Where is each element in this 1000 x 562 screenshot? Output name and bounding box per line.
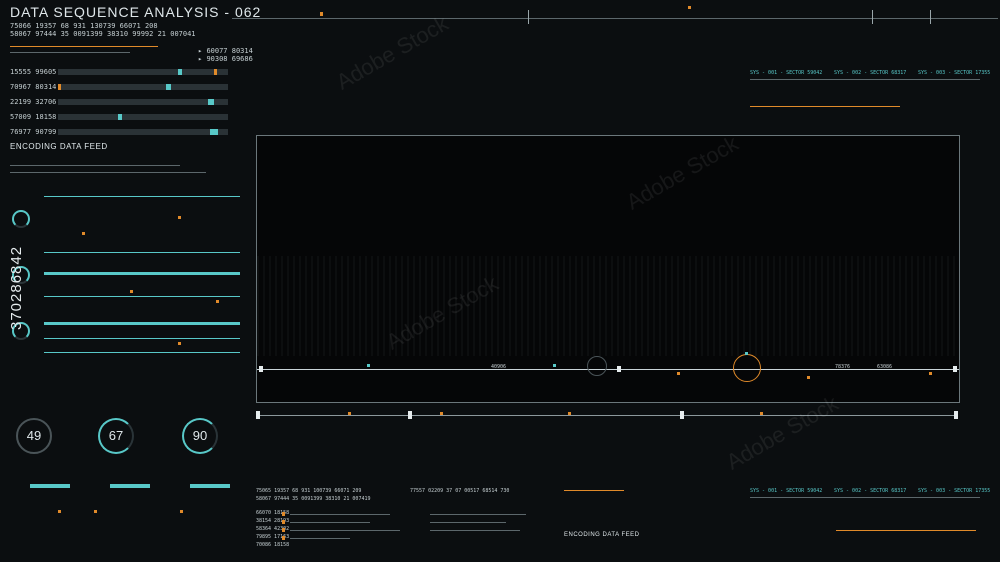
watermark: Adobe Stock: [721, 390, 843, 475]
divider: [750, 79, 980, 80]
list-item: 76977 90799: [10, 128, 57, 136]
header-orange-line: [10, 46, 158, 47]
divider-orange: [564, 490, 624, 491]
divider: [750, 497, 980, 498]
sector-label: SYS - 001 - SECTOR 59042: [750, 488, 823, 494]
watermark: Adobe Stock: [331, 10, 453, 95]
header-right-codes-2: ▸ 90308 69686: [198, 55, 253, 63]
gauge-3: 90: [182, 418, 218, 454]
gauge-bar: [30, 484, 70, 488]
divider-orange: [750, 106, 900, 107]
sector-label: SYS - 003 - SECTOR 17355: [918, 488, 991, 494]
gauge-bar: [110, 484, 150, 488]
header-right-codes-1: ▸ 60077 80314: [198, 47, 253, 55]
readout-center: 40906: [491, 364, 507, 370]
divider: [10, 172, 206, 173]
main-display-frame: 40906 78376 63086: [256, 135, 960, 403]
code-row: 77557 02209 37 07 00517 68514 730: [410, 488, 510, 494]
sector-label: SYS - 002 - SECTOR 68317: [834, 488, 907, 494]
header-code-row-1: 75066 19357 68 931 130739 66071 208: [10, 22, 158, 30]
lower-timeline: [256, 415, 958, 416]
list-item: 22199 32706: [10, 98, 57, 106]
gauge-bar: [190, 484, 230, 488]
encoding-feed-label-bottom: ENCODING DATA FEED: [564, 532, 640, 538]
target-circle: [587, 356, 607, 376]
list-item: 70967 80314: [10, 83, 57, 91]
gauge-2: 67: [98, 418, 134, 454]
data-noise: [257, 256, 959, 356]
list-item: 70086 18158: [256, 542, 290, 548]
header-gray-line: [10, 52, 130, 53]
encoding-feed-label: ENCODING DATA FEED: [10, 142, 108, 151]
readout-right-2: 63086: [877, 364, 893, 370]
timeline-marker: [528, 10, 529, 24]
left-bars: [58, 68, 228, 138]
timeline-marker: [872, 10, 873, 24]
target-reticle: [733, 354, 761, 382]
sector-label: SYS - 001 - SECTOR 59042: [750, 70, 823, 76]
code-row: 58067 97444 35 0091399 38310 21 007419: [256, 496, 371, 502]
timeline-marker: [930, 10, 931, 24]
header-code-row-2: 58067 97444 35 0091399 38310 99992 21 00…: [10, 30, 196, 38]
sector-label: SYS - 002 - SECTOR 68317: [834, 70, 907, 76]
top-timeline: [232, 18, 998, 19]
left-data-blocks: [10, 192, 242, 392]
code-row: 75065 19357 68 931 100739 66071 209: [256, 488, 362, 494]
timeline-dot: [688, 6, 691, 9]
ring-icon: [12, 210, 30, 228]
stock-id: 370286842: [8, 245, 25, 330]
timeline-marker: [320, 12, 323, 16]
main-axis-line: [257, 369, 959, 370]
sector-label: SYS - 003 - SECTOR 17355: [918, 70, 991, 76]
divider: [10, 165, 180, 166]
page-title: DATA SEQUENCE ANALYSIS - 062: [10, 4, 262, 20]
gauge-1: 49: [16, 418, 52, 454]
divider-orange: [836, 530, 976, 531]
list-item: 15555 99605: [10, 68, 57, 76]
list-item: 57009 18158: [10, 113, 57, 121]
readout-right: 78376: [835, 364, 851, 370]
